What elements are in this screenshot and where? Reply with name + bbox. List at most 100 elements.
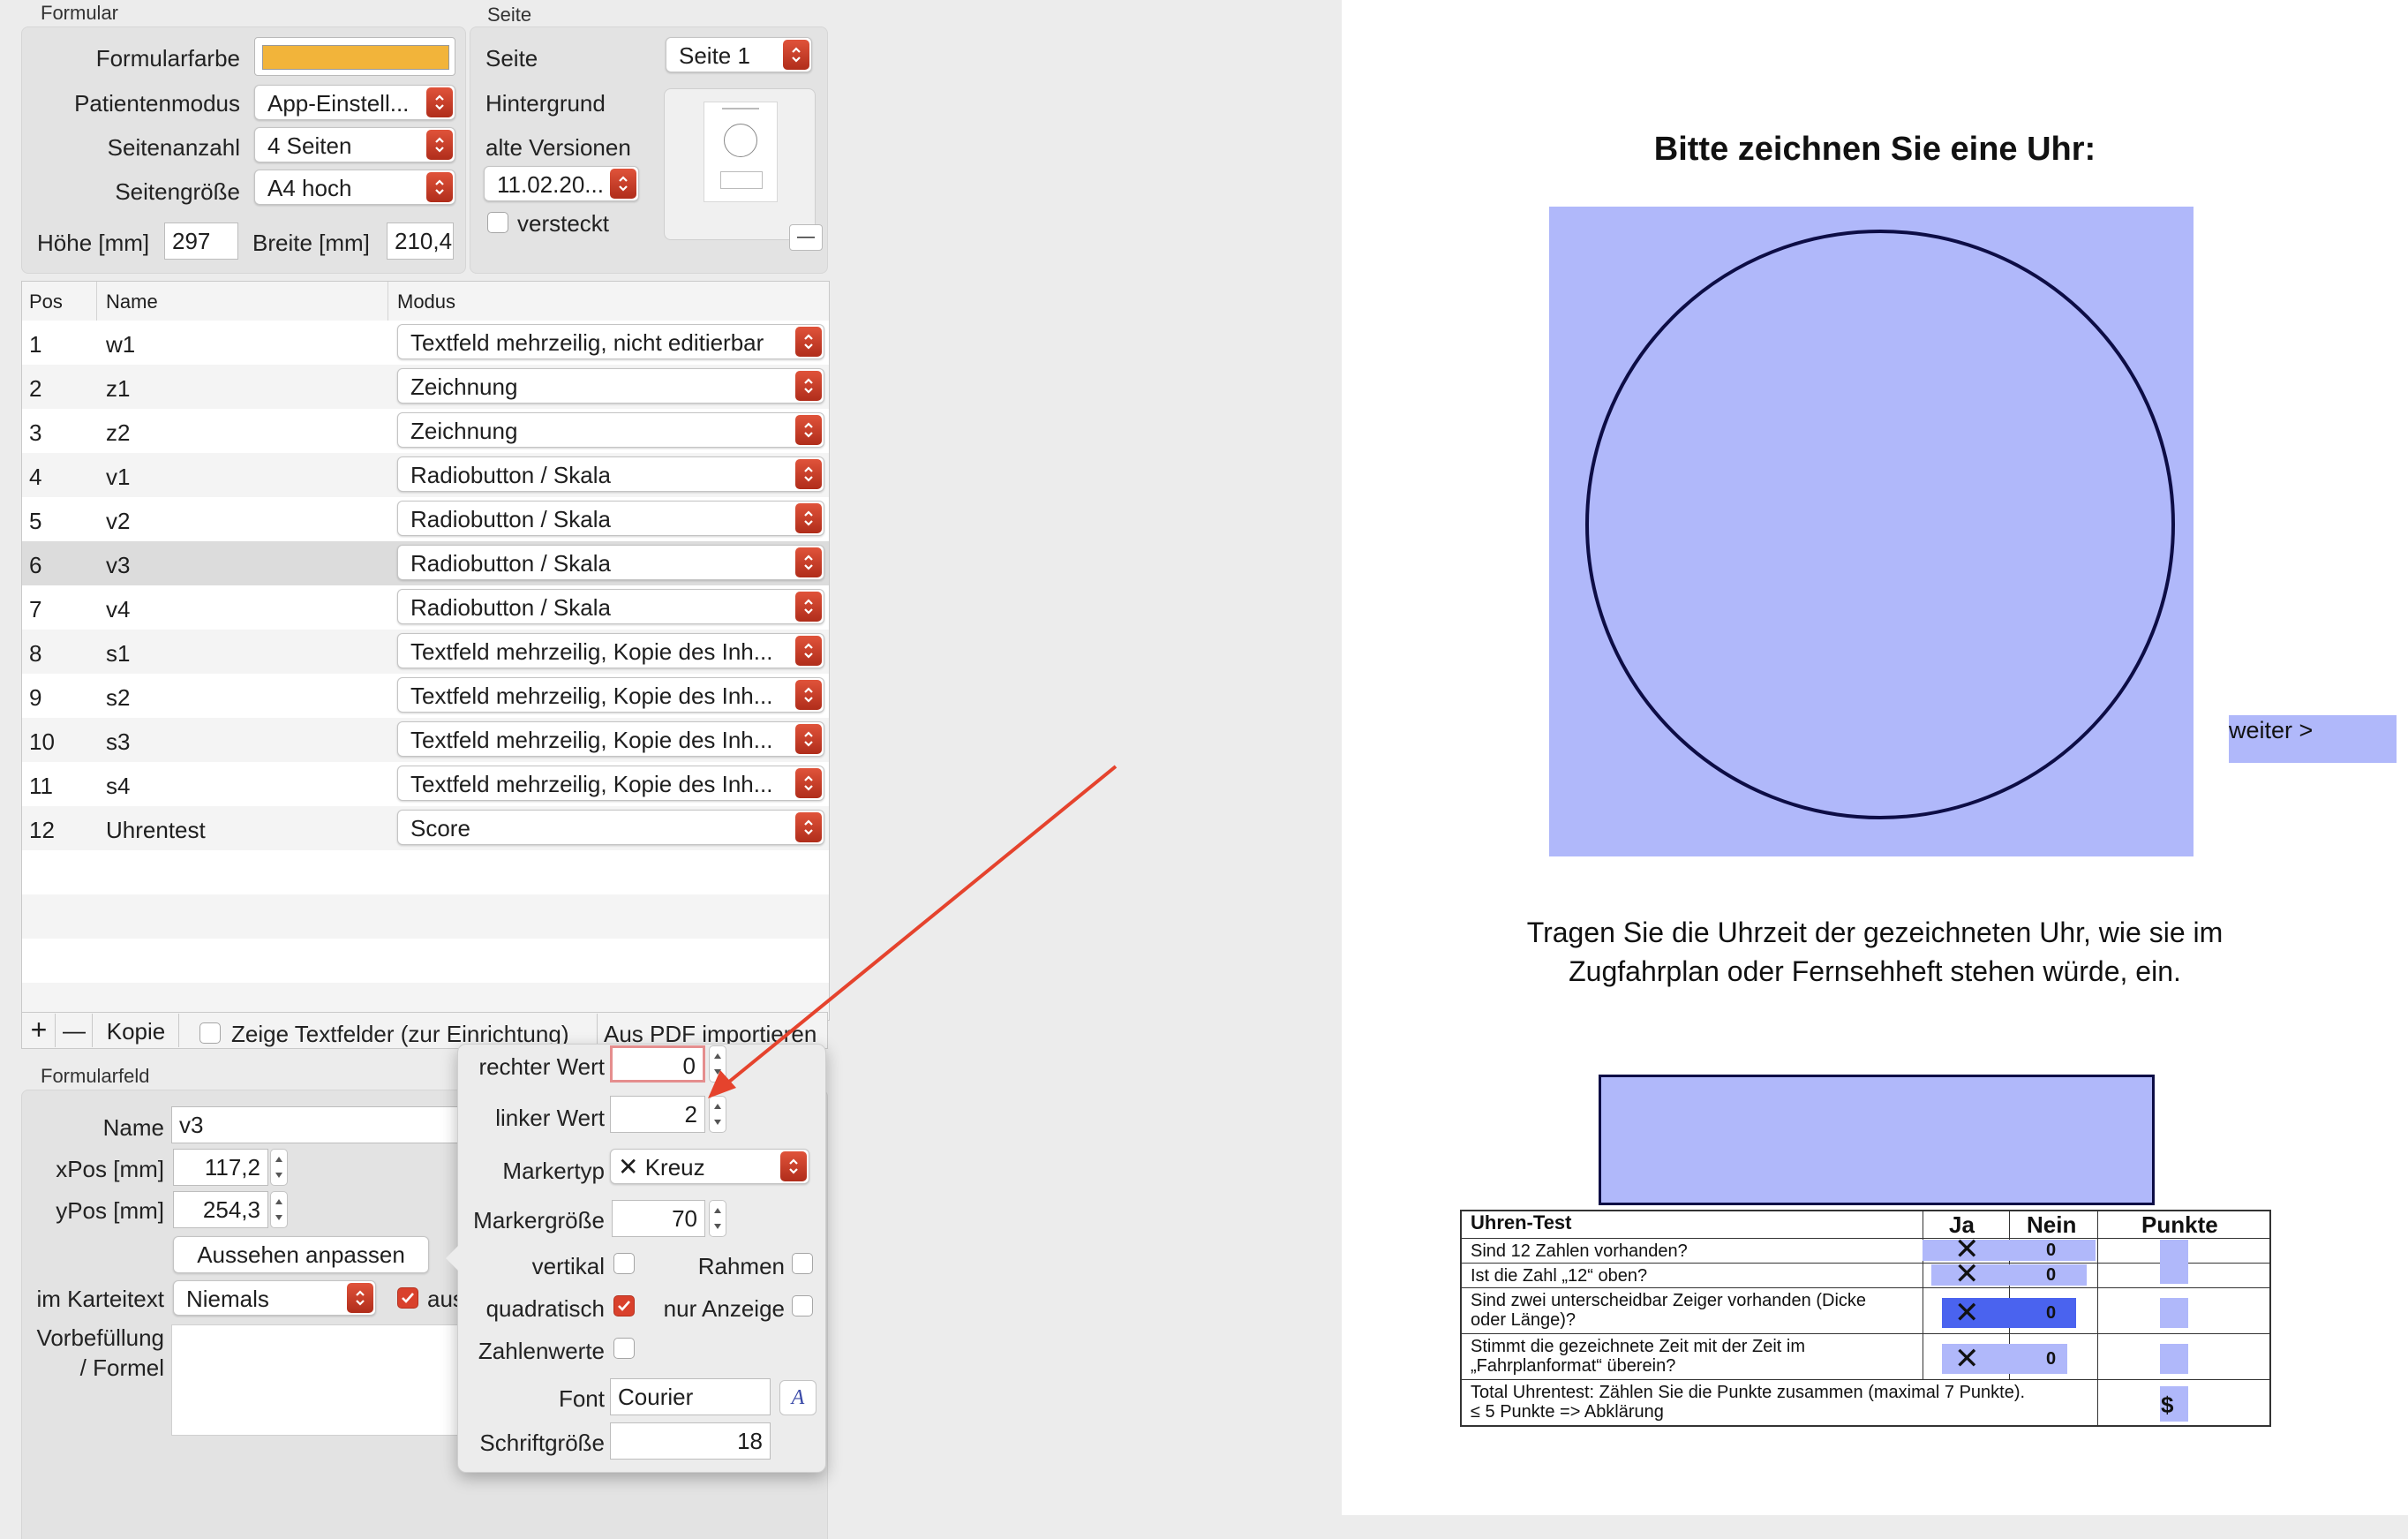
vorbefuellung-label: Vorbefüllung — [36, 1324, 164, 1351]
xpos-stepper[interactable] — [270, 1149, 288, 1186]
col-name-header[interactable]: Name — [106, 290, 158, 313]
xpos-label: xPos [mm] — [56, 1156, 164, 1182]
row-modus-select[interactable]: Textfeld mehrzeilig, Kopie des Inh... — [397, 677, 824, 713]
markertyp-select[interactable]: ✕ Kreuz — [610, 1149, 809, 1184]
chevron-updown-icon — [783, 40, 809, 70]
s2-field[interactable] — [2160, 1298, 2188, 1328]
table-row[interactable]: 7 v4 Radiobutton / Skala — [22, 585, 829, 630]
seitenanzahl-select[interactable]: 4 Seiten — [254, 127, 455, 162]
formularfarbe-well[interactable] — [254, 37, 455, 76]
schriftgroesse-label: Schriftgröße — [479, 1430, 605, 1456]
col-pos-header[interactable]: Pos — [29, 290, 63, 313]
remove-background-button[interactable]: — — [789, 224, 823, 251]
s1-field[interactable] — [2160, 1240, 2188, 1284]
quadratisch-checkbox[interactable] — [613, 1295, 635, 1316]
row-modus-select[interactable]: Radiobutton / Skala — [397, 545, 824, 580]
seite-select[interactable]: Seite 1 — [666, 37, 812, 72]
remove-field-button[interactable]: — — [56, 1014, 93, 1047]
total-line-2: ≤ 5 Punkte => Abklärung — [1471, 1402, 1664, 1422]
zahlenwerte-checkbox[interactable] — [613, 1338, 635, 1359]
row-modus-select[interactable]: Radiobutton / Skala — [397, 456, 824, 492]
row-modus-select[interactable]: Textfeld mehrzeilig, nicht editierbar — [397, 324, 824, 359]
table-row[interactable]: 8 s1 Textfeld mehrzeilig, Kopie des Inh... — [22, 630, 829, 674]
linker-wert-label: linker Wert — [495, 1105, 605, 1131]
karteitext-select[interactable]: Niemals — [173, 1280, 376, 1316]
thumbnail-title-line — [722, 108, 759, 109]
row-modus-select[interactable]: Textfeld mehrzeilig, Kopie des Inh... — [397, 721, 824, 757]
chevron-updown-icon — [426, 87, 453, 117]
schriftgroesse-field[interactable]: 18 — [610, 1422, 771, 1460]
quadratisch-label: quadratisch — [485, 1295, 605, 1322]
versteckt-label: versteckt — [517, 210, 610, 237]
drawing-field-z1[interactable] — [1549, 207, 2194, 856]
rahmen-checkbox[interactable] — [792, 1253, 813, 1274]
table-header: Pos Name Modus — [22, 282, 829, 321]
table-row[interactable]: 3 z2 Zeichnung — [22, 409, 829, 453]
alte-versionen-select[interactable]: 11.02.20... — [484, 166, 639, 201]
question-3-line-1: Sind zwei unterscheidbar Zeiger vorhande… — [1471, 1291, 1867, 1310]
ypos-field[interactable]: 254,3 — [173, 1191, 268, 1228]
v1-field[interactable] — [1923, 1240, 2096, 1261]
table-row[interactable]: 5 v2 Radiobutton / Skala — [22, 497, 829, 541]
xpos-field[interactable]: 117,2 — [173, 1149, 268, 1186]
hintergrund-preview[interactable] — [664, 88, 816, 240]
row-modus-value: Zeichnung — [410, 373, 518, 400]
s3-field[interactable] — [2160, 1344, 2188, 1374]
popover-pointer — [446, 1246, 458, 1271]
row-modus-select[interactable]: Textfeld mehrzeilig, Kopie des Inh... — [397, 633, 824, 668]
table-row[interactable]: 9 s2 Textfeld mehrzeilig, Kopie des Inh... — [22, 674, 829, 718]
table-row[interactable]: 2 z1 Zeichnung — [22, 365, 829, 409]
v2-value: 0 — [2046, 1265, 2057, 1285]
versteckt-checkbox[interactable] — [487, 212, 508, 233]
vorbefuellung-textarea[interactable] — [171, 1324, 464, 1436]
aus-checkbox[interactable] — [397, 1287, 418, 1309]
row-modus-value: Radiobutton / Skala — [410, 594, 611, 621]
row-modus-select[interactable]: Zeichnung — [397, 412, 824, 448]
hoehe-label: Höhe [mm] — [37, 230, 150, 256]
aussehen-popover: rechter Wert 0 linker Wert 2 Markertyp ✕… — [446, 1044, 826, 1473]
hoehe-field[interactable]: 297 — [164, 223, 238, 260]
breite-field[interactable]: 210,4 — [387, 223, 454, 260]
vertikal-checkbox[interactable] — [613, 1253, 635, 1274]
add-field-button[interactable]: + — [23, 1014, 56, 1047]
rahmen-label: Rahmen — [697, 1253, 785, 1279]
seitengroesse-select[interactable]: A4 hoch — [254, 170, 455, 205]
table-row[interactable]: 1 w1 Textfeld mehrzeilig, nicht editierbar — [22, 321, 829, 365]
row-modus-select[interactable]: Zeichnung — [397, 368, 824, 404]
color-swatch — [262, 45, 449, 70]
markergroesse-field[interactable]: 70 — [612, 1200, 705, 1237]
row-modus-value: Radiobutton / Skala — [410, 550, 611, 577]
karteitext-value: Niemals — [186, 1286, 269, 1312]
table-row[interactable]: 6 v3 Radiobutton / Skala — [22, 541, 829, 585]
font-picker-button[interactable]: A — [779, 1380, 816, 1415]
chevron-updown-icon — [795, 636, 822, 666]
alte-versionen-label: alte Versionen — [485, 134, 631, 161]
clock-circle — [1585, 230, 2175, 819]
row-modus-select[interactable]: Radiobutton / Skala — [397, 589, 824, 624]
table-row[interactable]: 4 v1 Radiobutton / Skala — [22, 453, 829, 497]
font-field[interactable]: Courier — [610, 1378, 771, 1415]
seite-label: Seite — [485, 45, 538, 72]
formel-label: / Formel — [79, 1354, 164, 1381]
kreuz-marker-icon: ✕ — [1954, 1257, 1980, 1291]
name-field[interactable]: v3 — [171, 1106, 463, 1143]
nur-anzeige-checkbox[interactable] — [792, 1295, 813, 1316]
row-modus-value: Radiobutton / Skala — [410, 506, 611, 532]
row-name: s4 — [106, 773, 131, 799]
patientenmodus-select[interactable]: App-Einstell... — [254, 85, 455, 120]
row-pos: 9 — [29, 684, 42, 711]
weiter-label[interactable]: weiter > — [2229, 717, 2313, 744]
seitenanzahl-label: Seitenanzahl — [107, 134, 240, 161]
col-modus-header[interactable]: Modus — [397, 290, 455, 313]
aussehen-anpassen-button[interactable]: Aussehen anpassen — [173, 1236, 429, 1273]
patientenmodus-label: Patientenmodus — [74, 90, 240, 117]
time-input-field-z2[interactable] — [1599, 1075, 2155, 1205]
kreuz-icon: ✕ — [618, 1153, 639, 1181]
table-row[interactable]: 10 s3 Textfeld mehrzeilig, Kopie des Inh..… — [22, 718, 829, 762]
kopie-button[interactable]: Kopie — [94, 1014, 179, 1047]
row-modus-select[interactable]: Radiobutton / Skala — [397, 501, 824, 536]
row-modus-value: Score — [410, 815, 470, 841]
ypos-stepper[interactable] — [270, 1191, 288, 1228]
markergroesse-stepper[interactable] — [709, 1200, 726, 1237]
zeige-textfelder-checkbox[interactable] — [199, 1022, 221, 1044]
